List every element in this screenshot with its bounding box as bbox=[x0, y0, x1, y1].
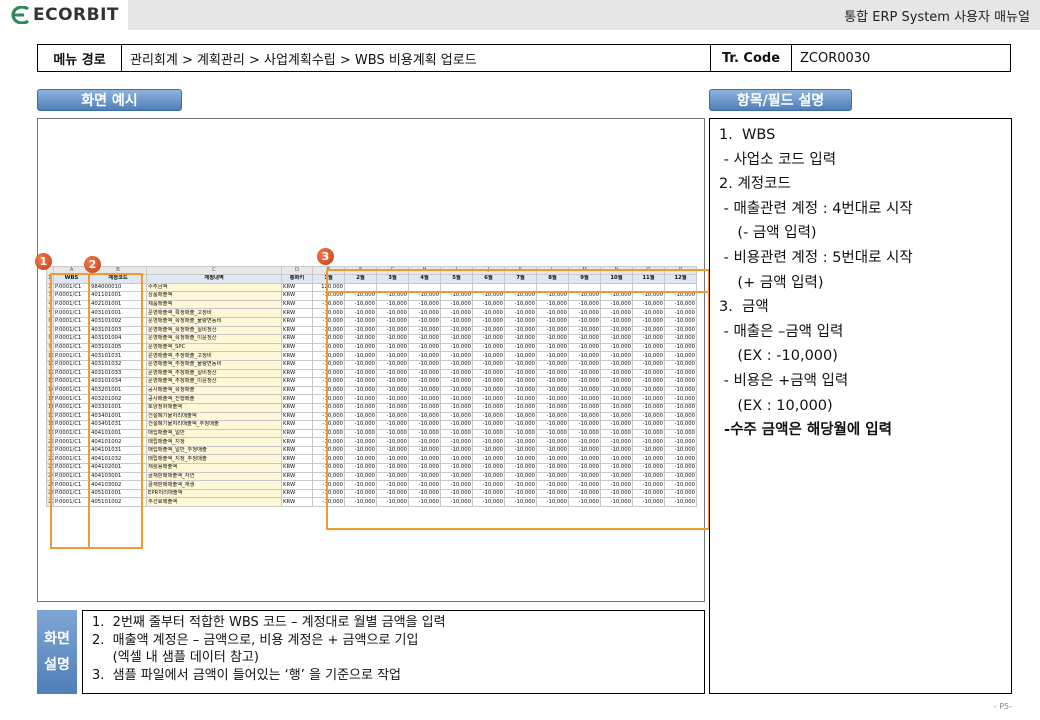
account-name-cell: 매립매출액_지정 bbox=[146, 437, 282, 447]
currency-cell: KRW bbox=[281, 445, 313, 456]
currency-cell: KRW bbox=[281, 359, 313, 370]
field-desc-line: (- 금액 입력) bbox=[719, 225, 817, 242]
currency-cell: KRW bbox=[281, 488, 313, 499]
screen-desc-line: 1. 2번째 줄부터 적합한 WBS 코드 – 계정대로 월별 금액을 입력 bbox=[92, 615, 446, 630]
account-name-cell: 매립매출액_일반 bbox=[146, 428, 282, 439]
field-description-panel: 1. WBS - 사업소 코드 입력 2. 계정코드 - 매출관련 계정 : 4번… bbox=[709, 118, 1012, 694]
account-name-cell: 운영매출액_추정매출_물량변동비 bbox=[146, 359, 282, 370]
account-name-cell: 운영매출액_SPC bbox=[146, 342, 282, 353]
menu-path-value: 관리회계 > 계획관리 > 사업계획수립 > WBS 비용계획 업로드 bbox=[122, 45, 711, 71]
currency-cell: KRW bbox=[281, 480, 313, 490]
ecorbit-logo-icon bbox=[11, 6, 29, 24]
field-desc-line: 1. WBS bbox=[719, 127, 776, 143]
field-desc-line: - 매출관련 계정 : 4번대로 시작 bbox=[719, 200, 913, 217]
currency-cell: KRW bbox=[281, 377, 313, 387]
account-name-cell: 매립매출액_일반_추정매출 bbox=[146, 445, 282, 456]
currency-cell: KRW bbox=[281, 282, 313, 293]
currency-cell: KRW bbox=[281, 325, 313, 336]
field-desc-line: 2. 계정코드 bbox=[719, 176, 791, 193]
currency-cell: KRW bbox=[281, 299, 313, 310]
badge-3: 3 bbox=[317, 248, 334, 265]
logo: ECORBIT bbox=[0, 0, 128, 30]
currency-cell: KRW bbox=[281, 342, 313, 353]
currency-cell: KRW bbox=[281, 428, 313, 439]
currency-cell: KRW bbox=[281, 385, 313, 396]
currency-cell: KRW bbox=[281, 454, 313, 465]
account-name-cell: 운영매출액_추정매출_이윤정산 bbox=[146, 377, 282, 387]
currency-cell: KRW bbox=[281, 402, 313, 413]
field-desc-heading: 항목/필드 설명 bbox=[709, 89, 852, 111]
logo-text: ECORBIT bbox=[33, 5, 120, 25]
screen-example-heading: 화면 예시 bbox=[37, 89, 182, 111]
screen-desc-line: (엑셀 내 샘플 데이터 참고) bbox=[92, 650, 259, 665]
field-desc-line: 3. 금액 bbox=[719, 299, 769, 316]
amount-area-highlight bbox=[326, 269, 710, 530]
badge-2: 2 bbox=[84, 256, 101, 273]
account-name-cell: 제품매출액 bbox=[146, 299, 282, 310]
field-desc-line: -수주 금액은 해당월에 입력 bbox=[719, 422, 892, 439]
currency-cell: KRW bbox=[281, 420, 313, 430]
account-name-cell: 공사매출액_진행매출 bbox=[146, 394, 282, 404]
field-desc-line: - 비용관련 계정 : 5번대로 시작 bbox=[719, 249, 913, 266]
currency-cell: KRW bbox=[281, 316, 313, 327]
account-name-cell: 골재판매매출액_재생 bbox=[146, 480, 282, 490]
account-name-cell: 운영매출액_추정매출_고정비 bbox=[146, 351, 282, 361]
account-name-cell: 주선료매출액 bbox=[146, 497, 282, 508]
account-column-highlight bbox=[88, 273, 143, 549]
column-letter: C bbox=[146, 266, 282, 275]
account-name-cell: 운영매출액_추정매출_실비정산 bbox=[146, 368, 282, 379]
account-name-cell: 공사매출액_확정매출 bbox=[146, 385, 282, 396]
currency-cell: KRW bbox=[281, 463, 313, 473]
field-desc-line: - 비용은 +금액 입력 bbox=[719, 372, 849, 389]
account-name-cell: 토양정화매출액 bbox=[146, 402, 282, 413]
field-desc-line: (EX : 10,000) bbox=[719, 397, 833, 414]
menu-path-bar: 메뉴 경로 관리회계 > 계획관리 > 사업계획수립 > WBS 비용계획 업로… bbox=[37, 44, 1011, 72]
manual-title: 통합 ERP System 사용자 매뉴얼 bbox=[844, 10, 1030, 25]
screen-desc-label-line2: 설명 bbox=[44, 657, 70, 673]
field-desc-line: (+ 금액 입력) bbox=[719, 274, 824, 291]
field-desc-line: - 사업소 코드 입력 bbox=[719, 151, 837, 168]
screen-desc-line: 3. 샘플 파일에서 금액이 들어있는 ‘행’ 을 기준으로 작업 bbox=[92, 667, 402, 683]
header-cell: 통화키 bbox=[281, 274, 313, 284]
account-name-cell: 건설폐기물처리매출액_추정매출 bbox=[146, 420, 282, 430]
account-name-cell: 골재판매매출액_자연 bbox=[146, 471, 282, 482]
currency-cell: KRW bbox=[281, 368, 313, 379]
currency-cell: KRW bbox=[281, 497, 313, 508]
currency-cell: KRW bbox=[281, 351, 313, 361]
screen-desc-label-line1: 화면 bbox=[44, 631, 70, 647]
account-name-cell: 수주금액 bbox=[146, 282, 282, 293]
screen-description-box: 1. 2번째 줄부터 적합한 WBS 코드 – 계정대로 월별 금액을 입력 2.… bbox=[82, 610, 705, 694]
header-cell: 계정내역 bbox=[146, 274, 282, 284]
account-name-cell: 재활용매출액 bbox=[146, 463, 282, 473]
currency-cell: KRW bbox=[281, 334, 313, 344]
account-name-cell: 운영매출액_확정매출_실비정산 bbox=[146, 325, 282, 336]
screen-desc-line: 2. 매출액 계정은 – 금액으로, 비용 계정은 + 금액으로 기입 bbox=[92, 632, 419, 648]
tr-code-value: ZCOR0030 bbox=[800, 50, 871, 66]
currency-cell: KRW bbox=[281, 437, 313, 447]
badge-1: 1 bbox=[35, 253, 52, 270]
currency-cell: KRW bbox=[281, 394, 313, 404]
account-name-cell: 운영매출액_확정매출_고정비 bbox=[146, 308, 282, 318]
account-name-cell: EPR처리매출액 bbox=[146, 488, 282, 499]
month-header-highlight bbox=[326, 269, 710, 293]
account-name-cell: 건설폐기물처리매출액 bbox=[146, 411, 282, 422]
tr-code-label: Tr. Code bbox=[711, 45, 792, 71]
menu-path-label: 메뉴 경로 bbox=[38, 45, 122, 71]
currency-cell: KRW bbox=[281, 291, 313, 301]
currency-cell: KRW bbox=[281, 308, 313, 318]
column-letter: D bbox=[281, 266, 313, 275]
currency-cell: KRW bbox=[281, 471, 313, 482]
page-number: - P5- bbox=[993, 702, 1012, 711]
wbs-column-highlight bbox=[50, 273, 90, 549]
account-name-cell: 매립매출액_지정_추정매출 bbox=[146, 454, 282, 465]
field-desc-line: (EX : -10,000) bbox=[719, 348, 838, 365]
account-name-cell: 운영매출액_확정매출_이윤정산 bbox=[146, 334, 282, 344]
screen-desc-label: 화면 설명 bbox=[37, 610, 77, 694]
field-desc-line: - 매출은 –금액 입력 bbox=[719, 323, 844, 340]
account-name-cell: 상품매출액 bbox=[146, 291, 282, 301]
currency-cell: KRW bbox=[281, 411, 313, 422]
account-name-cell: 운영매출액_확정매출_물량변동비 bbox=[146, 316, 282, 327]
